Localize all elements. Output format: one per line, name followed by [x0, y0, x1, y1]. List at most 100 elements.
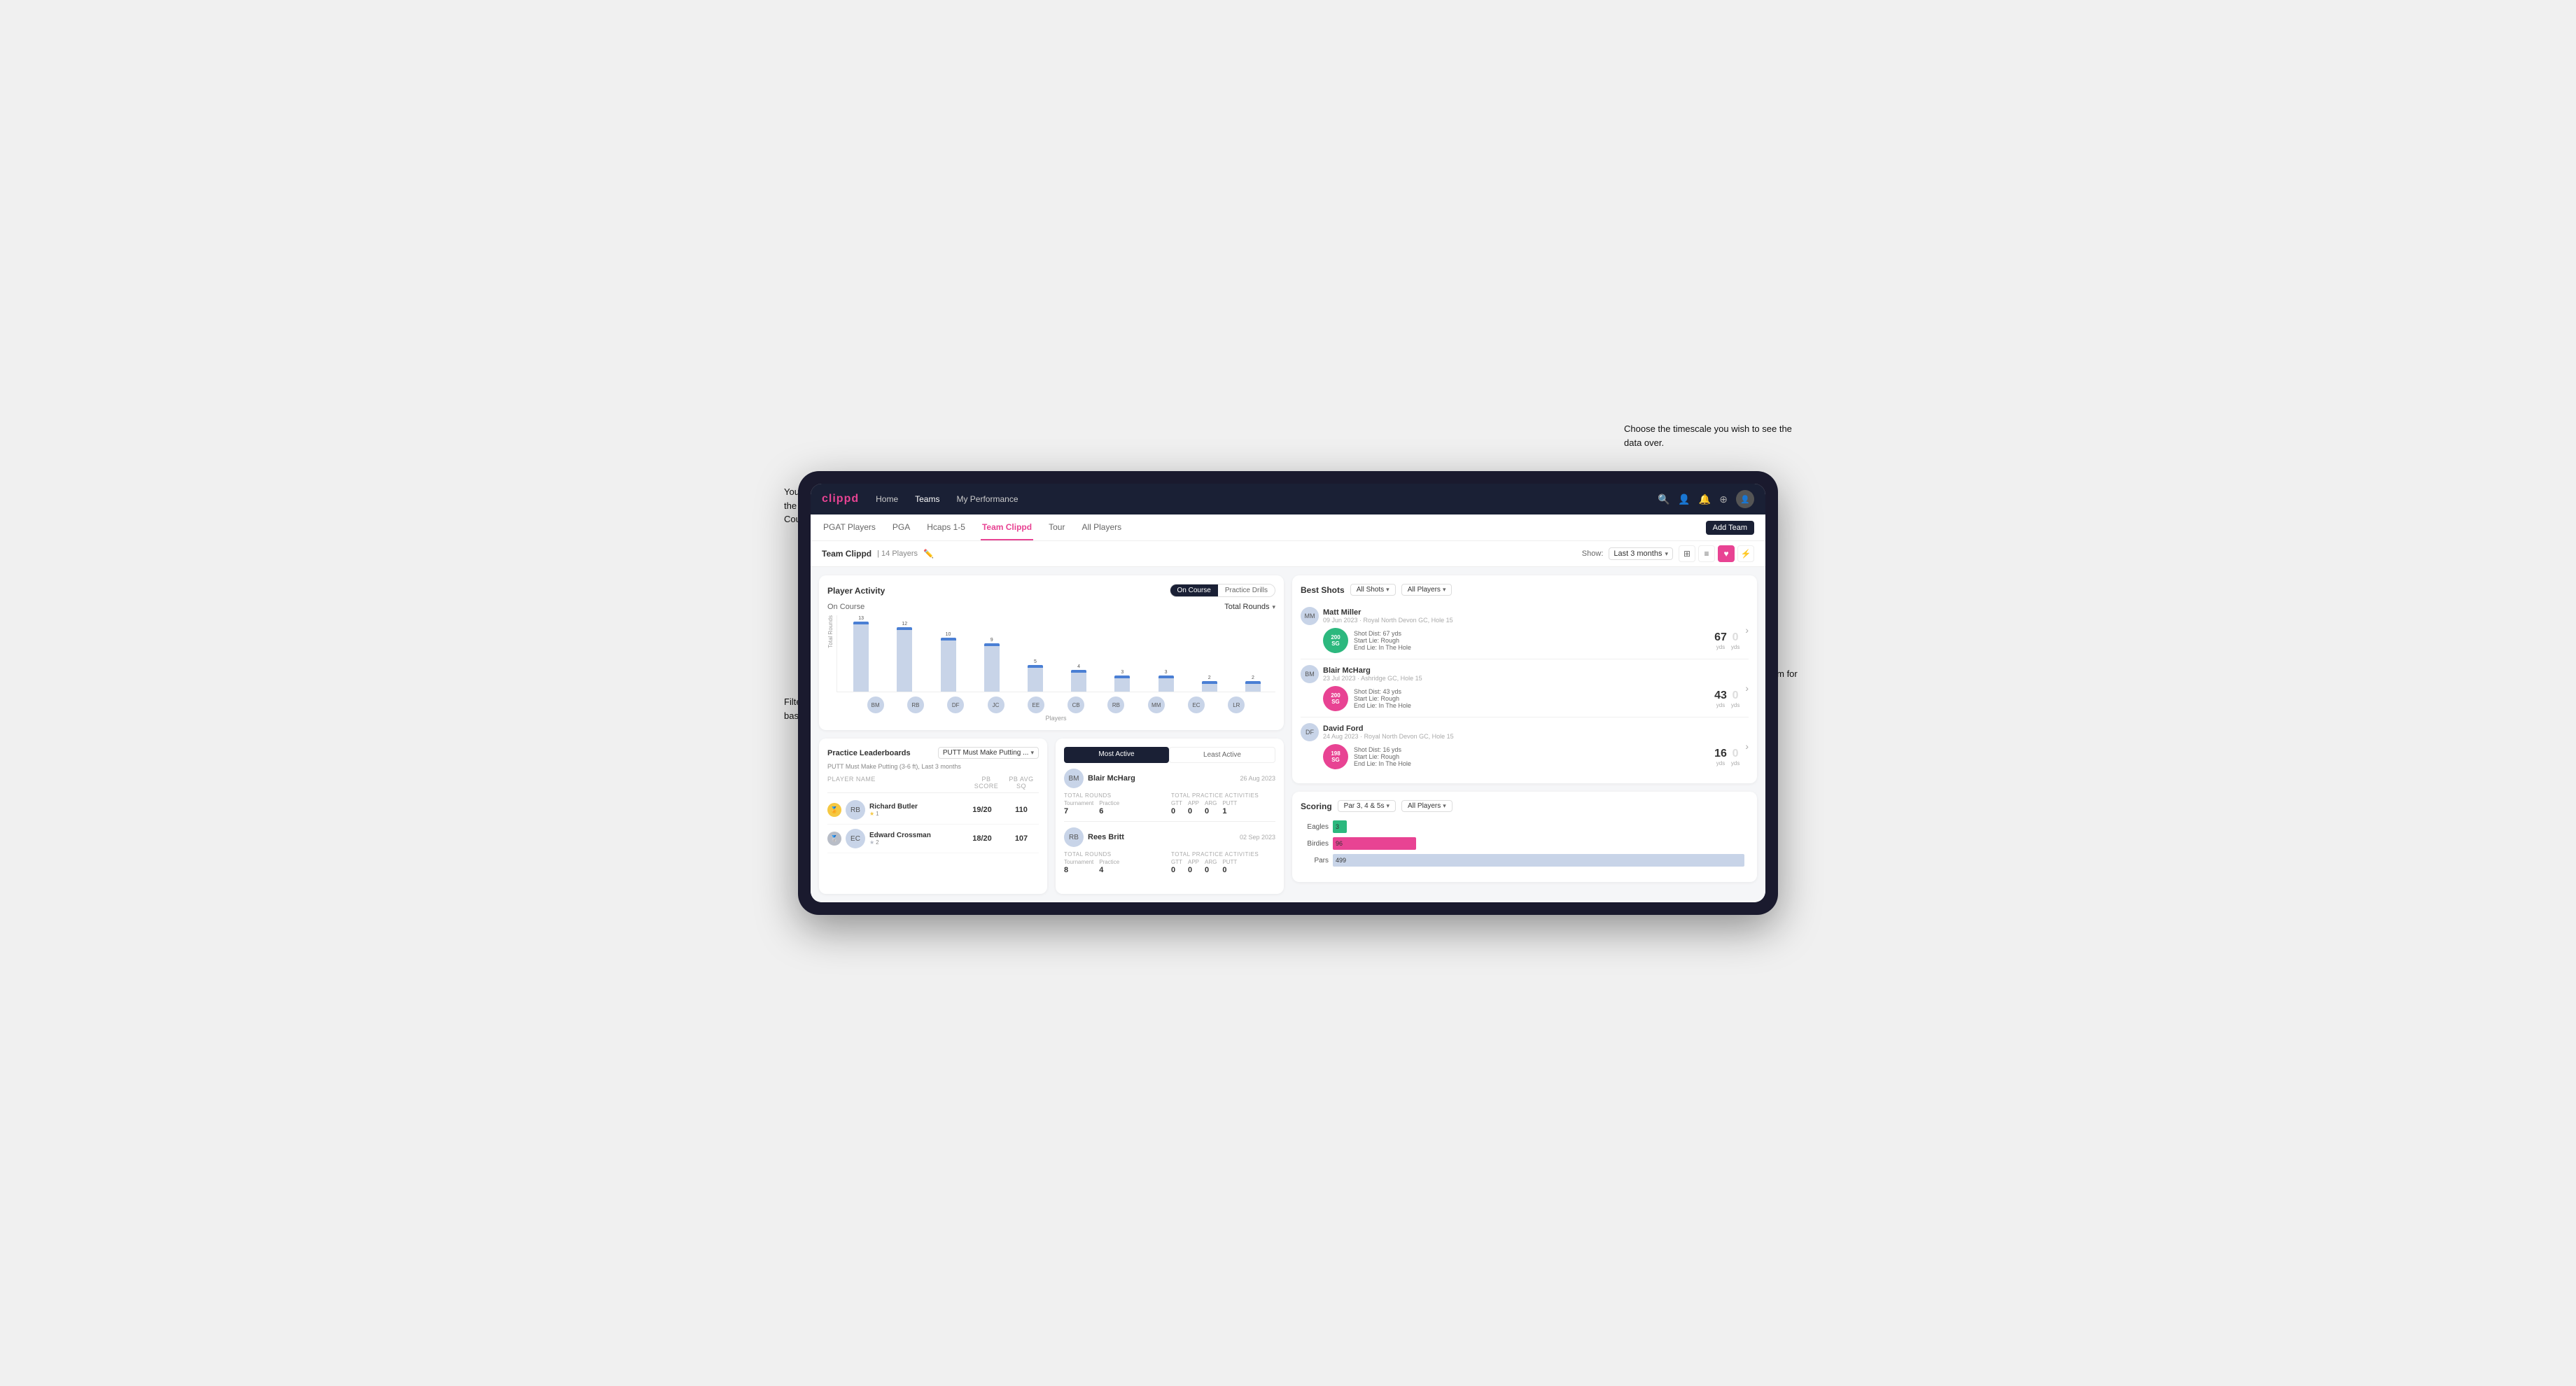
- on-course-toggle[interactable]: On Course: [1170, 584, 1218, 596]
- team-header: Team Clippd | 14 Players ✏️ Show: Last 3…: [811, 541, 1765, 567]
- active-player-2-date: 02 Sep 2023: [1240, 834, 1275, 841]
- practice-drills-toggle[interactable]: Practice Drills: [1218, 584, 1275, 596]
- shot-player-2-info: Blair McHarg 23 Jul 2023 · Ashridge GC, …: [1323, 666, 1422, 682]
- tab-hcaps[interactable]: Hcaps 1-5: [925, 514, 967, 540]
- shot-3-chevron[interactable]: ›: [1745, 741, 1749, 752]
- shot-1-stat-2: 0 yds: [1731, 631, 1740, 650]
- scoring-card: Scoring Par 3, 4 & 5s ▾ All Players ▾: [1292, 792, 1757, 882]
- shot-1-chevron[interactable]: ›: [1745, 624, 1749, 636]
- lb-dropdown[interactable]: PUTT Must Make Putting ... ▾: [938, 747, 1039, 759]
- shot-1-badge: 200 SG: [1323, 628, 1348, 653]
- active-player-2-stats: Total Rounds Tournament 8 Practice: [1064, 851, 1275, 874]
- grid-view-icon[interactable]: ⊞: [1679, 545, 1695, 562]
- tab-tour[interactable]: Tour: [1047, 514, 1066, 540]
- lb-col-score: PB SCORE: [969, 776, 1004, 790]
- shot-3-badge: 198 SG: [1323, 744, 1348, 769]
- shot-row-2[interactable]: BM Blair McHarg 23 Jul 2023 · Ashridge G…: [1301, 659, 1749, 718]
- shot-2-badge: 200 SG: [1323, 686, 1348, 711]
- tab-pgat-players[interactable]: PGAT Players: [822, 514, 877, 540]
- plus-circle-icon[interactable]: ⊕: [1719, 493, 1728, 505]
- active-player-2-header: RB Rees Britt 02 Sep 2023: [1064, 827, 1275, 847]
- annotation-timescale: Choose the timescale you wish to see the…: [1624, 422, 1792, 449]
- par-filter-dropdown[interactable]: Par 3, 4 & 5s ▾: [1338, 800, 1396, 812]
- search-icon[interactable]: 🔍: [1658, 493, 1670, 505]
- birdies-bar-container: 96: [1333, 837, 1749, 850]
- birdies-value: 96: [1336, 840, 1343, 847]
- pars-value: 499: [1336, 857, 1346, 864]
- lb-subtitle: PUTT Must Make Putting (3-6 ft), Last 3 …: [827, 763, 1039, 770]
- arg-stat: ARG 0: [1205, 800, 1217, 816]
- shot-2-chevron[interactable]: ›: [1745, 682, 1749, 694]
- tab-team-clippd[interactable]: Team Clippd: [981, 514, 1033, 540]
- tab-all-players[interactable]: All Players: [1080, 514, 1123, 540]
- shot-2-stat-1: 43 yds: [1714, 690, 1727, 708]
- users-icon[interactable]: 👤: [1678, 493, 1690, 505]
- heart-view-icon[interactable]: ♥: [1718, 545, 1735, 562]
- shot-row-3[interactable]: DF David Ford 24 Aug 2023 · Royal North …: [1301, 718, 1749, 775]
- logo: clippd: [822, 493, 859, 505]
- bars-area: 1312109543322: [836, 615, 1275, 692]
- most-active-button[interactable]: Most Active: [1064, 747, 1169, 763]
- bar-4: [1028, 665, 1043, 692]
- tournament-rounds: Tournament 7: [1064, 800, 1093, 816]
- settings-view-icon[interactable]: ⚡: [1737, 545, 1754, 562]
- add-team-button[interactable]: Add Team: [1706, 521, 1754, 535]
- activity-card-header: Player Activity On Course Practice Drill…: [827, 584, 1275, 597]
- shot-player-2-header: BM Blair McHarg 23 Jul 2023 · Ashridge G…: [1301, 665, 1740, 683]
- active-player-1: BM Blair McHarg 26 Aug 2023 Total Rounds: [1064, 769, 1275, 822]
- shot-player-1-meta: 09 Jun 2023 · Royal North Devon GC, Hole…: [1323, 617, 1453, 624]
- list-view-icon[interactable]: ≡: [1698, 545, 1715, 562]
- player-avatar-chart-9: LR: [1228, 696, 1245, 713]
- bell-icon[interactable]: 🔔: [1699, 493, 1711, 505]
- shot-player-1-info: Matt Miller 09 Jun 2023 · Royal North De…: [1323, 608, 1453, 624]
- nav-my-performance[interactable]: My Performance: [953, 493, 1021, 505]
- nav-teams[interactable]: Teams: [912, 493, 942, 505]
- player-badge-2: ★ 2: [869, 839, 960, 846]
- player-avatar-chart-6: RB: [1107, 696, 1124, 713]
- bar-wrapper-0: 13: [841, 615, 881, 692]
- tournament-rounds-2: Tournament 8: [1064, 859, 1093, 874]
- active-player-2-name: Rees Britt: [1088, 833, 1124, 841]
- timescale-dropdown[interactable]: Last 3 months ▾: [1609, 547, 1673, 560]
- all-players-dropdown[interactable]: All Players ▾: [1401, 584, 1452, 596]
- player-activity-card: Player Activity On Course Practice Drill…: [819, 575, 1284, 730]
- lb-player-row-1[interactable]: 🏅 RB Richard Butler ★ 1 19/20: [827, 796, 1039, 825]
- lb-player-row-2[interactable]: 🥈 EC Edward Crossman ★ 2 18/20: [827, 825, 1039, 853]
- total-rounds-dropdown[interactable]: Total Rounds ▾: [1224, 603, 1275, 611]
- player-avatar-chart-2: DF: [947, 696, 964, 713]
- edit-icon[interactable]: ✏️: [923, 549, 934, 559]
- main-content: Player Activity On Course Practice Drill…: [811, 567, 1765, 902]
- pars-bar-container: 499: [1333, 854, 1749, 867]
- practice-values-2: GTT 0 APP 0: [1171, 859, 1275, 874]
- nav-home[interactable]: Home: [873, 493, 901, 505]
- active-player-1-date: 26 Aug 2023: [1240, 775, 1275, 782]
- shot-player-3-info: David Ford 24 Aug 2023 · Royal North Dev…: [1323, 724, 1454, 740]
- bar-6: [1114, 676, 1130, 692]
- active-player-2-avatar: RB: [1064, 827, 1084, 847]
- player-avatars-row: BMRBDFJCEECBRBMMECLR: [836, 696, 1275, 713]
- practice-leaderboard-card: Practice Leaderboards PUTT Must Make Put…: [819, 738, 1047, 894]
- practice-rounds: Practice 6: [1099, 800, 1119, 816]
- user-avatar[interactable]: 👤: [1736, 490, 1754, 508]
- rank-badge-1: 🏅: [827, 803, 841, 817]
- bar-9: [1245, 681, 1261, 692]
- shot-row-1[interactable]: MM Matt Miller 09 Jun 2023 · Royal North…: [1301, 601, 1749, 659]
- player-avatar-chart-5: CB: [1068, 696, 1084, 713]
- shot-3-stat-1: 16 yds: [1714, 748, 1727, 766]
- birdies-label: Birdies: [1301, 840, 1329, 848]
- player-avatar-chart-8: EC: [1188, 696, 1205, 713]
- pars-label: Pars: [1301, 857, 1329, 864]
- most-active-header: Most Active Least Active: [1064, 747, 1275, 763]
- tab-pga[interactable]: PGA: [891, 514, 911, 540]
- rank-badge-2: 🥈: [827, 832, 841, 846]
- bar-value-5: 4: [1077, 664, 1080, 669]
- shot-player-3-meta: 24 Aug 2023 · Royal North Devon GC, Hole…: [1323, 733, 1454, 740]
- bar-2: [941, 638, 956, 692]
- lb-header: Practice Leaderboards PUTT Must Make Put…: [827, 747, 1039, 759]
- shot-2-stats: 43 yds 0 yds: [1714, 690, 1740, 708]
- all-shots-dropdown[interactable]: All Shots ▾: [1350, 584, 1396, 596]
- scoring-players-dropdown[interactable]: All Players ▾: [1401, 800, 1452, 812]
- rounds-stat-2: Total Rounds Tournament 8 Practice: [1064, 851, 1168, 874]
- lb-avg-2: 107: [1004, 834, 1039, 843]
- least-active-button[interactable]: Least Active: [1169, 747, 1275, 763]
